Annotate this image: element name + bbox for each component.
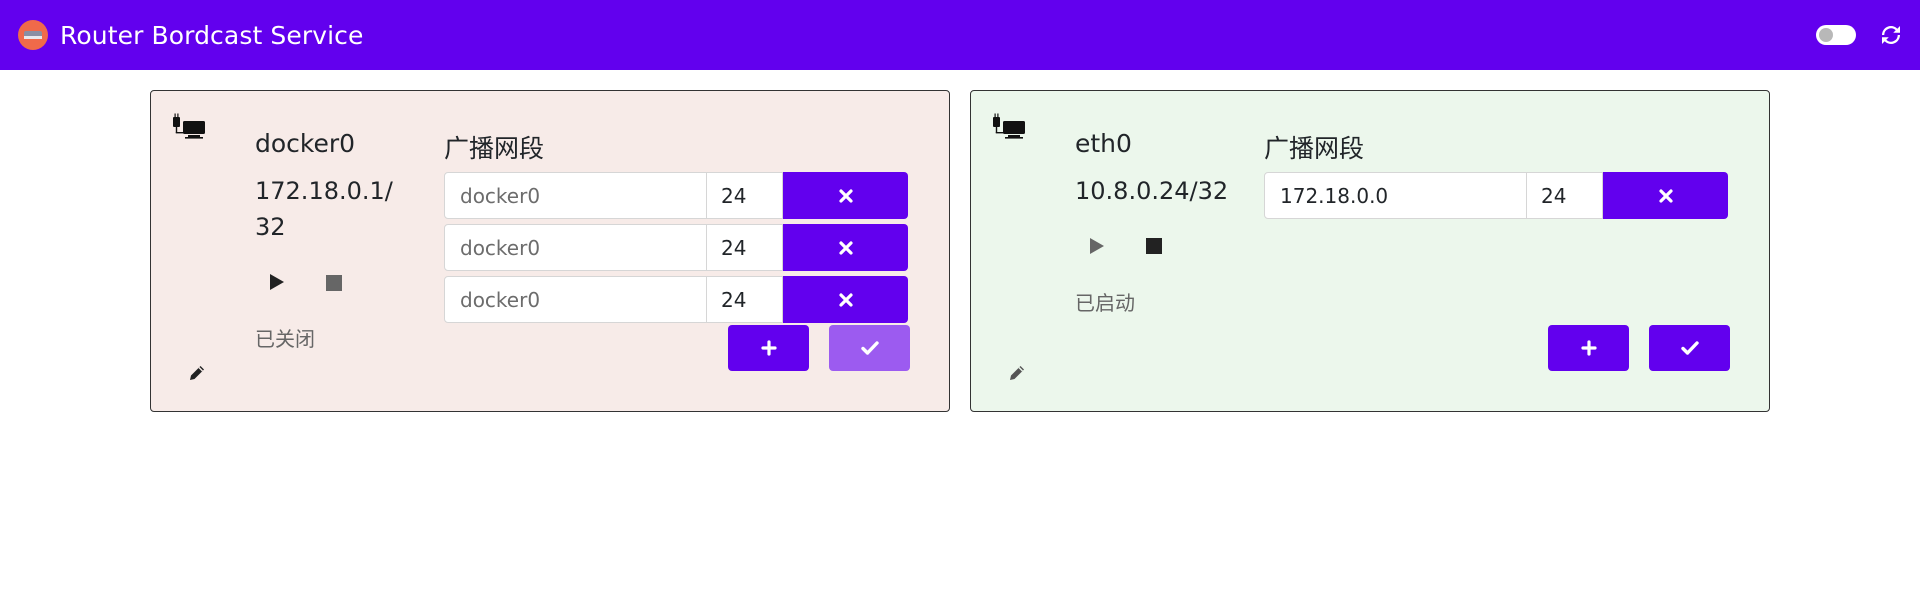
mask-input[interactable]: 24 [707, 276, 783, 323]
navbar: Router Bordcast Service [0, 0, 1920, 70]
interface-card-eth0: eth0 10.8.0.24/32 已启动 广播网段 172.18.0.0 24 [970, 90, 1770, 412]
start-icon[interactable] [1085, 235, 1107, 257]
remove-row-button[interactable] [783, 172, 908, 219]
broadcast-row: docker0 24 [444, 172, 908, 219]
mask-input[interactable]: 24 [707, 172, 783, 219]
interface-card-docker0: docker0 172.18.0.1/32 已关闭 广播网段 docker0 2… [150, 90, 950, 412]
app-title: Router Bordcast Service [60, 20, 364, 50]
refresh-icon[interactable] [1880, 24, 1902, 46]
remove-row-button[interactable] [783, 276, 908, 323]
network-input[interactable]: docker0 [444, 172, 707, 219]
stop-icon[interactable] [1144, 236, 1164, 256]
broadcast-section-title: 广播网段 [1264, 134, 1365, 163]
confirm-button[interactable] [829, 325, 910, 371]
broadcast-section-title: 广播网段 [444, 134, 545, 163]
add-row-button[interactable] [728, 325, 809, 371]
interface-ip: 10.8.0.24/32 [1075, 177, 1229, 205]
interface-name: eth0 [1075, 129, 1132, 158]
mask-input[interactable]: 24 [707, 224, 783, 271]
network-interface-icon [171, 113, 207, 141]
network-input[interactable]: 172.18.0.0 [1264, 172, 1527, 219]
remove-row-button[interactable] [783, 224, 908, 271]
edit-icon[interactable] [187, 363, 207, 383]
add-row-button[interactable] [1548, 325, 1629, 371]
start-icon[interactable] [265, 271, 287, 293]
toggle-switch[interactable] [1816, 25, 1856, 45]
network-interface-icon [991, 113, 1027, 141]
broadcast-row: 172.18.0.0 24 [1264, 172, 1728, 219]
network-input[interactable]: docker0 [444, 276, 707, 323]
broadcast-row: docker0 24 [444, 224, 908, 271]
navbar-actions [1816, 0, 1902, 70]
status-text: 已关闭 [255, 327, 315, 351]
edit-icon[interactable] [1007, 363, 1027, 383]
mask-input[interactable]: 24 [1527, 172, 1603, 219]
stop-icon[interactable] [324, 273, 344, 293]
interface-name: docker0 [255, 129, 356, 158]
network-input[interactable]: docker0 [444, 224, 707, 271]
router-logo-icon [18, 20, 48, 50]
confirm-button[interactable] [1649, 325, 1730, 371]
interface-ip: 172.18.0.1/32 [255, 177, 393, 241]
status-text: 已启动 [1075, 291, 1135, 315]
broadcast-row: docker0 24 [444, 276, 908, 323]
remove-row-button[interactable] [1603, 172, 1728, 219]
